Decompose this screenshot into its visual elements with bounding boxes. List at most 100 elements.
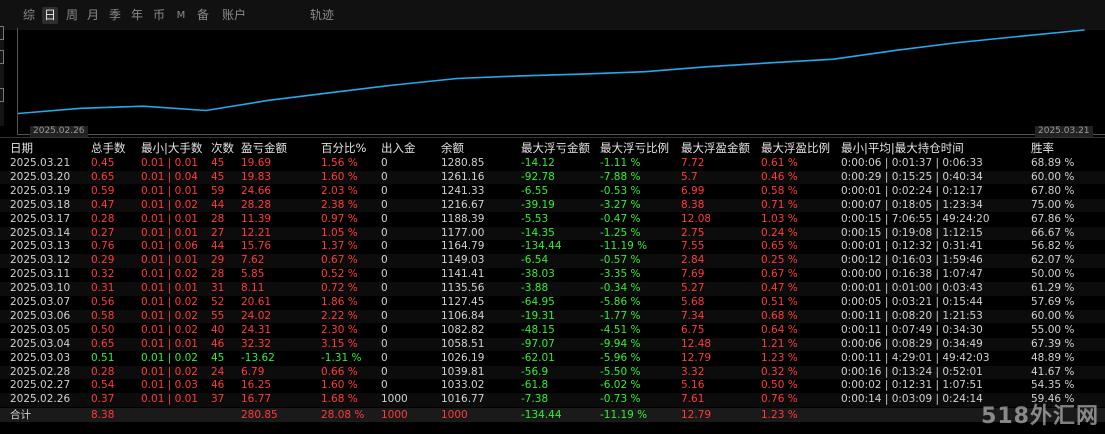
tab-2[interactable]: 周 bbox=[65, 7, 79, 24]
col-header-4[interactable]: 盈亏金额 bbox=[241, 140, 287, 156]
table-cell: 2025.03.12 bbox=[10, 254, 71, 267]
tab-8[interactable]: 备 bbox=[196, 7, 210, 24]
table-row[interactable]: 2025.03.06 0.58 0.01 | 0.02 55 24.02 2.22 % 0 1… bbox=[0, 309, 1105, 324]
table-cell: 50.00 % bbox=[1031, 268, 1075, 281]
table-row[interactable]: 2025.03.21 0.45 0.01 | 0.01 45 19.69 1.56 % 0 1… bbox=[0, 157, 1105, 171]
table-row[interactable]: 2025.03.20 0.65 0.01 | 0.04 45 19.83 1.60 % 0 1… bbox=[0, 170, 1105, 185]
tab-1[interactable]: 日 bbox=[42, 7, 58, 24]
table-cell: 0.32 bbox=[91, 268, 115, 281]
tab-6[interactable]: 币 bbox=[152, 7, 166, 24]
col-header-0[interactable]: 日期 bbox=[10, 140, 33, 156]
tab-10[interactable]: 轨迹 bbox=[308, 7, 336, 24]
equity-point-13 bbox=[832, 58, 834, 60]
table-row[interactable]: 2025.02.28 0.28 0.01 | 0.02 24 6.79 0.66 % 0 10… bbox=[0, 365, 1105, 379]
table-cell: 5.27 bbox=[681, 282, 705, 295]
table-cell: 0 bbox=[381, 296, 388, 308]
table-row[interactable]: 2025.03.13 0.76 0.01 | 0.06 44 15.76 1.37 % 0 1… bbox=[0, 240, 1105, 254]
table-cell: -61.8 bbox=[521, 379, 549, 392]
table-cell: 48.89 % bbox=[1031, 351, 1075, 364]
table-row[interactable]: 2025.03.03 0.51 0.01 | 0.02 45 -13.62 -1.31 %… bbox=[0, 352, 1105, 366]
col-header-3[interactable]: 次数 bbox=[211, 140, 234, 156]
table-cell: 2.75 bbox=[681, 226, 705, 239]
table-cell: 45 bbox=[211, 170, 225, 183]
table-cell: 0.51 % bbox=[761, 296, 798, 308]
table-cell: 0.29 bbox=[91, 254, 115, 267]
table-cell: 1280.85 bbox=[441, 157, 485, 169]
col-header-1[interactable]: 总手数 bbox=[91, 140, 126, 156]
table-cell: 0 bbox=[381, 170, 388, 183]
table-cell: 1177.00 bbox=[441, 226, 485, 239]
table-cell: 1.56 % bbox=[321, 157, 358, 169]
table-cell: 6.79 bbox=[241, 365, 265, 378]
col-header-10[interactable]: 最大浮盈金额 bbox=[681, 140, 750, 156]
table-cell: 0.01 | 0.04 bbox=[141, 170, 198, 183]
table-cell: -5.53 bbox=[521, 212, 549, 225]
table-cell: 32.32 bbox=[241, 337, 272, 350]
table-cell: 0.28 bbox=[91, 212, 115, 225]
table-cell: 0.27 bbox=[91, 226, 115, 239]
table-row[interactable]: 2025.03.05 0.50 0.01 | 0.02 40 24.31 2.30 % 0 1… bbox=[0, 324, 1105, 338]
table-cell: 67.86 % bbox=[1031, 212, 1075, 225]
col-header-13[interactable]: 胜率 bbox=[1031, 140, 1054, 156]
table-cell: 0.01 | 0.01 bbox=[141, 226, 198, 239]
tab-4[interactable]: 季 bbox=[108, 7, 122, 24]
table-cell: 0.71 % bbox=[761, 198, 798, 211]
table-cell: 15.76 bbox=[241, 240, 272, 253]
tab-7[interactable]: M bbox=[176, 7, 186, 24]
table-cell: 0.01 | 0.01 bbox=[141, 184, 198, 197]
table-cell: 41.67 % bbox=[1031, 365, 1075, 378]
table-cell: 1033.02 bbox=[441, 379, 485, 392]
table-row[interactable]: 2025.03.12 0.29 0.01 | 0.01 29 7.62 0.67 % 0 11… bbox=[0, 254, 1105, 268]
table-cell: 0 bbox=[381, 212, 388, 225]
table-cell: 2.22 % bbox=[321, 309, 358, 322]
table-cell: -5.96 % bbox=[600, 351, 641, 364]
col-header-2[interactable]: 最小|大手数 bbox=[141, 140, 202, 156]
table-cell: 29 bbox=[211, 254, 225, 267]
table-cell: -3.27 % bbox=[600, 198, 641, 211]
tab-9[interactable]: 账户 bbox=[220, 7, 248, 24]
table-cell: 0 bbox=[381, 365, 388, 378]
table-cell: 0.51 bbox=[91, 351, 115, 364]
table-cell: 67.39 % bbox=[1031, 337, 1075, 350]
table-cell: -14.35 bbox=[521, 226, 555, 239]
col-header-8[interactable]: 最大浮亏金额 bbox=[521, 140, 590, 156]
table-cell: 0.45 bbox=[91, 157, 115, 169]
col-header-6[interactable]: 出入金 bbox=[381, 140, 416, 156]
total-row: 合计 8.38 280.85 28.08 % 1000 1000 -134.44… bbox=[0, 408, 1105, 422]
equity-chart-svg bbox=[18, 29, 1085, 115]
table-cell: 1.60 % bbox=[321, 379, 358, 392]
table-cell: 16.77 bbox=[241, 393, 272, 406]
equity-chart bbox=[17, 28, 1105, 135]
table-row[interactable]: 2025.02.27 0.54 0.01 | 0.03 46 16.25 1.60 % 0 1… bbox=[0, 379, 1105, 393]
table-cell: 7.69 bbox=[681, 268, 705, 281]
table-row[interactable]: 2025.03.07 0.56 0.01 | 0.02 52 20.61 1.86 % 0 1… bbox=[0, 296, 1105, 310]
chart-separator bbox=[0, 137, 1105, 138]
table-cell: 24.02 bbox=[241, 309, 272, 322]
table-row[interactable]: 2025.03.11 0.32 0.01 | 0.02 28 5.85 0.52 % 0 11… bbox=[0, 268, 1105, 282]
equity-point-14 bbox=[895, 49, 897, 52]
col-header-7[interactable]: 余额 bbox=[441, 140, 464, 156]
table-row[interactable]: 2025.03.10 0.31 0.01 | 0.01 31 8.11 0.72 % 0 11… bbox=[0, 282, 1105, 296]
table-row[interactable]: 2025.03.19 0.59 0.01 | 0.01 59 24.66 2.03 % 0 1… bbox=[0, 185, 1105, 199]
tab-5[interactable]: 年 bbox=[130, 7, 144, 24]
col-header-12[interactable]: 最小|平均|最大持仓时间 bbox=[841, 140, 964, 156]
col-header-9[interactable]: 最大浮亏比例 bbox=[600, 140, 669, 156]
table-row[interactable]: 2025.03.04 0.65 0.01 | 0.01 46 32.32 3.15 % 0 1… bbox=[0, 337, 1105, 352]
table-cell: 37 bbox=[211, 393, 225, 406]
table-row[interactable]: 2025.03.14 0.27 0.01 | 0.01 27 12.21 1.05 % 0 1… bbox=[0, 226, 1105, 240]
table-cell: -6.55 bbox=[521, 184, 549, 197]
tab-0[interactable]: 综 bbox=[22, 7, 36, 24]
table-cell: 2.84 bbox=[681, 254, 705, 267]
table-cell: 0:00:06 | 0:01:37 | 0:06:33 bbox=[841, 157, 983, 169]
table-cell: 0:00:16 | 0:13:24 | 0:52:01 bbox=[841, 365, 983, 378]
table-row[interactable]: 2025.03.18 0.47 0.01 | 0.02 44 28.28 2.38 % 0 1… bbox=[0, 198, 1105, 213]
tab-3[interactable]: 月 bbox=[86, 7, 100, 24]
col-header-5[interactable]: 百分比% bbox=[321, 140, 366, 156]
table-cell: 5.7 bbox=[681, 170, 698, 183]
table-cell: 28 bbox=[211, 268, 225, 281]
table-cell: 0.58 bbox=[91, 309, 115, 322]
col-header-11[interactable]: 最大浮盈比例 bbox=[761, 140, 830, 156]
table-row[interactable]: 2025.03.17 0.28 0.01 | 0.01 28 11.39 0.97 % 0 1… bbox=[0, 213, 1105, 227]
equity-point-2 bbox=[142, 105, 145, 107]
table-row[interactable]: 2025.02.26 0.37 0.01 | 0.01 37 16.77 1.68 % 10… bbox=[0, 393, 1105, 407]
